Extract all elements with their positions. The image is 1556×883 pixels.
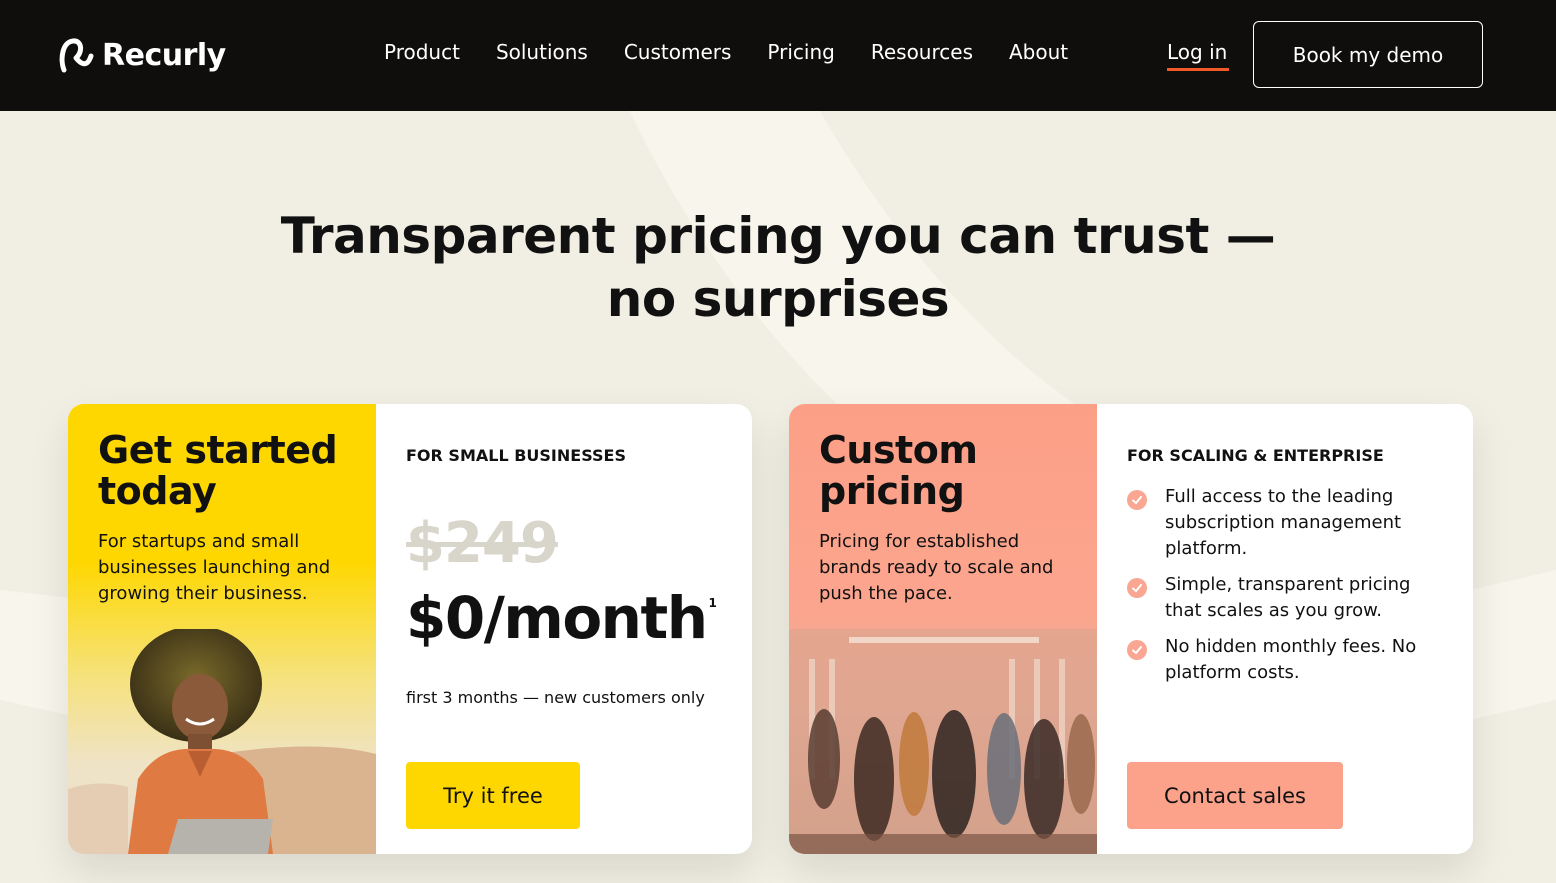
feature-text: Full access to the leading subscription … [1165, 486, 1402, 559]
enterprise-panel: Custom pricing Pricing for established b… [789, 404, 1097, 854]
main-nav: Product Solutions Customers Pricing Reso… [384, 40, 1068, 64]
nav-product[interactable]: Product [384, 40, 460, 64]
enterprise-heading-line2: pricing [819, 469, 965, 513]
enterprise-heading: Custom pricing [819, 430, 1079, 512]
feature-item: Simple, transparent pricing that scales … [1127, 572, 1447, 624]
price-footnote-marker: 1 [708, 596, 717, 610]
enterprise-description: Pricing for established brands ready to … [819, 531, 1054, 604]
small-business-card: Get started today For startups and small… [68, 404, 752, 854]
enterprise-card: Custom pricing Pricing for established b… [789, 404, 1473, 854]
enterprise-details: FOR SCALING & ENTERPRISE Full access to … [1127, 404, 1457, 854]
nav-pricing[interactable]: Pricing [767, 40, 834, 64]
top-navigation: Recurly Product Solutions Customers Pric… [0, 0, 1556, 111]
enterprise-label: FOR SCALING & ENTERPRISE [1127, 446, 1384, 465]
contact-sales-button[interactable]: Contact sales [1127, 762, 1343, 829]
enterprise-feature-list: Full access to the leading subscription … [1127, 484, 1447, 696]
page-title: Transparent pricing you can trust — no s… [0, 205, 1556, 331]
small-business-panel: Get started today For startups and small… [68, 404, 376, 854]
nav-about[interactable]: About [1009, 40, 1068, 64]
small-business-heading-line1: Get started [98, 428, 338, 472]
feature-item: Full access to the leading subscription … [1127, 484, 1447, 562]
enterprise-heading-line1: Custom [819, 428, 978, 472]
check-icon [1127, 578, 1147, 598]
price-note: first 3 months — new customers only [406, 688, 705, 707]
recurly-logo-icon [59, 38, 94, 73]
promo-price-value: $0/month [406, 584, 708, 652]
small-business-details: FOR SMALL BUSINESSES $249 $0/month 1 firs… [406, 404, 736, 854]
feature-text: Simple, transparent pricing that scales … [1165, 574, 1411, 621]
office-motion-photo [789, 629, 1097, 854]
nav-resources[interactable]: Resources [871, 40, 973, 64]
small-business-label: FOR SMALL BUSINESSES [406, 446, 626, 465]
small-business-heading-line2: today [98, 469, 217, 513]
page-title-line2: no surprises [606, 270, 950, 328]
feature-text: No hidden monthly fees. No platform cost… [1165, 636, 1417, 683]
recurly-logo[interactable]: Recurly [58, 36, 226, 74]
small-business-description: For startups and small businesses launch… [98, 531, 331, 604]
feature-item: No hidden monthly fees. No platform cost… [1127, 634, 1447, 686]
try-it-free-button[interactable]: Try it free [406, 762, 580, 829]
small-business-heading: Get started today [98, 430, 358, 512]
original-price: $249 [406, 511, 559, 576]
check-icon [1127, 490, 1147, 510]
brand-name: Recurly [102, 37, 226, 73]
login-link[interactable]: Log in [1167, 40, 1227, 64]
nav-customers[interactable]: Customers [624, 40, 732, 64]
check-icon [1127, 640, 1147, 660]
page-title-line1: Transparent pricing you can trust — [280, 207, 1276, 265]
login-underline [1167, 68, 1229, 71]
promo-price: $0/month 1 [406, 584, 717, 652]
book-demo-button[interactable]: Book my demo [1253, 21, 1483, 88]
nav-solutions[interactable]: Solutions [496, 40, 588, 64]
woman-with-laptop-photo [68, 629, 376, 854]
